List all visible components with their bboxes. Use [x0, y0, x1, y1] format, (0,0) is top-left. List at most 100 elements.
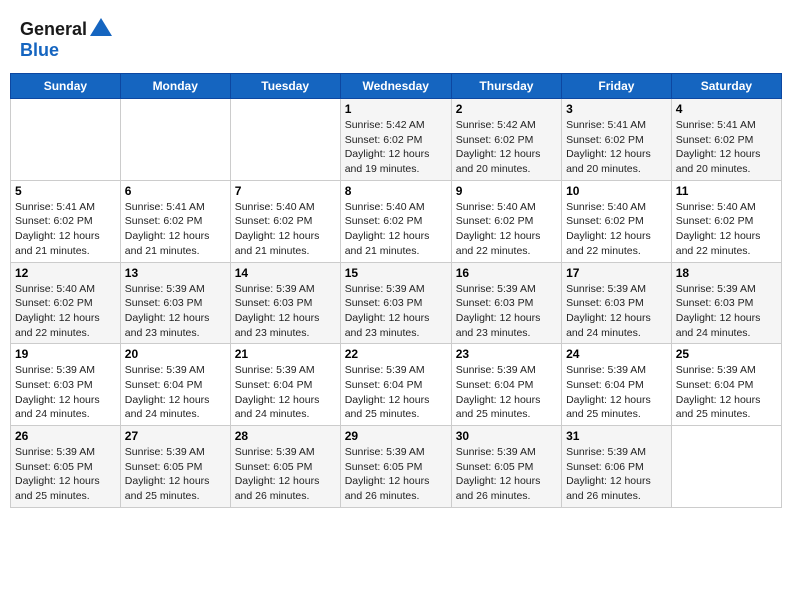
day-info: Sunrise: 5:39 AM Sunset: 6:04 PM Dayligh… [235, 363, 336, 422]
day-number: 16 [456, 266, 557, 280]
logo: General Blue [20, 18, 112, 61]
calendar-cell: 29 Sunrise: 5:39 AM Sunset: 6:05 PM Dayli… [340, 426, 451, 508]
calendar-cell: 17 Sunrise: 5:39 AM Sunset: 6:03 PM Dayli… [562, 262, 672, 344]
day-number: 19 [15, 347, 116, 361]
calendar-cell: 20 Sunrise: 5:39 AM Sunset: 6:04 PM Dayli… [120, 344, 230, 426]
day-info: Sunrise: 5:41 AM Sunset: 6:02 PM Dayligh… [125, 200, 226, 259]
day-number: 8 [345, 184, 447, 198]
day-number: 7 [235, 184, 336, 198]
calendar-week-1: 1 Sunrise: 5:42 AM Sunset: 6:02 PM Daylig… [11, 99, 782, 181]
day-number: 2 [456, 102, 557, 116]
day-info: Sunrise: 5:39 AM Sunset: 6:03 PM Dayligh… [676, 282, 777, 341]
day-info: Sunrise: 5:40 AM Sunset: 6:02 PM Dayligh… [15, 282, 116, 341]
weekday-header-wednesday: Wednesday [340, 74, 451, 99]
day-info: Sunrise: 5:39 AM Sunset: 6:03 PM Dayligh… [15, 363, 116, 422]
day-number: 1 [345, 102, 447, 116]
calendar-cell: 27 Sunrise: 5:39 AM Sunset: 6:05 PM Dayli… [120, 426, 230, 508]
day-info: Sunrise: 5:39 AM Sunset: 6:05 PM Dayligh… [15, 445, 116, 504]
calendar-week-2: 5 Sunrise: 5:41 AM Sunset: 6:02 PM Daylig… [11, 180, 782, 262]
day-number: 31 [566, 429, 667, 443]
day-info: Sunrise: 5:39 AM Sunset: 6:03 PM Dayligh… [235, 282, 336, 341]
calendar-cell: 7 Sunrise: 5:40 AM Sunset: 6:02 PM Daylig… [230, 180, 340, 262]
day-info: Sunrise: 5:39 AM Sunset: 6:03 PM Dayligh… [566, 282, 667, 341]
day-info: Sunrise: 5:39 AM Sunset: 6:06 PM Dayligh… [566, 445, 667, 504]
weekday-header-thursday: Thursday [451, 74, 561, 99]
page-header: General Blue [10, 10, 782, 65]
calendar-cell: 28 Sunrise: 5:39 AM Sunset: 6:05 PM Dayli… [230, 426, 340, 508]
day-info: Sunrise: 5:39 AM Sunset: 6:04 PM Dayligh… [456, 363, 557, 422]
logo-bird-icon [90, 18, 112, 36]
calendar-cell: 9 Sunrise: 5:40 AM Sunset: 6:02 PM Daylig… [451, 180, 561, 262]
calendar-cell: 3 Sunrise: 5:41 AM Sunset: 6:02 PM Daylig… [562, 99, 672, 181]
day-number: 25 [676, 347, 777, 361]
weekday-header-sunday: Sunday [11, 74, 121, 99]
day-number: 3 [566, 102, 667, 116]
day-info: Sunrise: 5:40 AM Sunset: 6:02 PM Dayligh… [345, 200, 447, 259]
weekday-header-monday: Monday [120, 74, 230, 99]
weekday-header-saturday: Saturday [671, 74, 781, 99]
day-info: Sunrise: 5:42 AM Sunset: 6:02 PM Dayligh… [456, 118, 557, 177]
calendar-cell: 23 Sunrise: 5:39 AM Sunset: 6:04 PM Dayli… [451, 344, 561, 426]
day-number: 6 [125, 184, 226, 198]
day-number: 26 [15, 429, 116, 443]
calendar-cell: 13Sunrise: 5:39 AM Sunset: 6:03 PM Dayli… [120, 262, 230, 344]
day-number: 12 [15, 266, 116, 280]
calendar-cell: 19 Sunrise: 5:39 AM Sunset: 6:03 PM Dayli… [11, 344, 121, 426]
calendar-cell: 12 Sunrise: 5:40 AM Sunset: 6:02 PM Dayli… [11, 262, 121, 344]
calendar-cell: 21 Sunrise: 5:39 AM Sunset: 6:04 PM Dayli… [230, 344, 340, 426]
day-number: 24 [566, 347, 667, 361]
day-info: Sunrise: 5:40 AM Sunset: 6:02 PM Dayligh… [566, 200, 667, 259]
calendar-cell: 15Sunrise: 5:39 AM Sunset: 6:03 PM Dayli… [340, 262, 451, 344]
day-info: Sunrise: 5:39 AM Sunset: 6:05 PM Dayligh… [235, 445, 336, 504]
day-number: 5 [15, 184, 116, 198]
calendar-cell: 11Sunrise: 5:40 AM Sunset: 6:02 PM Dayli… [671, 180, 781, 262]
calendar-cell: 30 Sunrise: 5:39 AM Sunset: 6:05 PM Dayli… [451, 426, 561, 508]
day-number: 4 [676, 102, 777, 116]
day-info: Sunrise: 5:40 AM Sunset: 6:02 PM Dayligh… [456, 200, 557, 259]
day-info: Sunrise: 5:40 AM Sunset: 6:02 PM Dayligh… [676, 200, 777, 259]
day-number: 30 [456, 429, 557, 443]
day-number: 14 [235, 266, 336, 280]
day-number: 10 [566, 184, 667, 198]
calendar-cell: 2 Sunrise: 5:42 AM Sunset: 6:02 PM Daylig… [451, 99, 561, 181]
calendar-table: SundayMondayTuesdayWednesdayThursdayFrid… [10, 73, 782, 508]
day-info: Sunrise: 5:41 AM Sunset: 6:02 PM Dayligh… [566, 118, 667, 177]
calendar-cell: 18 Sunrise: 5:39 AM Sunset: 6:03 PM Dayli… [671, 262, 781, 344]
day-info: Sunrise: 5:39 AM Sunset: 6:05 PM Dayligh… [125, 445, 226, 504]
day-number: 23 [456, 347, 557, 361]
day-info: Sunrise: 5:39 AM Sunset: 6:04 PM Dayligh… [566, 363, 667, 422]
day-number: 20 [125, 347, 226, 361]
calendar-cell: 26 Sunrise: 5:39 AM Sunset: 6:05 PM Dayli… [11, 426, 121, 508]
logo-text-general: General [20, 20, 87, 40]
calendar-cell: 24 Sunrise: 5:39 AM Sunset: 6:04 PM Dayli… [562, 344, 672, 426]
day-info: Sunrise: 5:39 AM Sunset: 6:05 PM Dayligh… [345, 445, 447, 504]
day-info: Sunrise: 5:39 AM Sunset: 6:04 PM Dayligh… [676, 363, 777, 422]
day-info: Sunrise: 5:41 AM Sunset: 6:02 PM Dayligh… [15, 200, 116, 259]
day-info: Sunrise: 5:39 AM Sunset: 6:03 PM Dayligh… [456, 282, 557, 341]
calendar-cell: 16 Sunrise: 5:39 AM Sunset: 6:03 PM Dayli… [451, 262, 561, 344]
day-info: Sunrise: 5:39 AM Sunset: 6:04 PM Dayligh… [345, 363, 447, 422]
calendar-week-4: 19 Sunrise: 5:39 AM Sunset: 6:03 PM Dayli… [11, 344, 782, 426]
day-number: 15 [345, 266, 447, 280]
day-number: 9 [456, 184, 557, 198]
calendar-cell: 6 Sunrise: 5:41 AM Sunset: 6:02 PM Daylig… [120, 180, 230, 262]
calendar-cell: 4Sunrise: 5:41 AM Sunset: 6:02 PM Daylig… [671, 99, 781, 181]
calendar-cell [671, 426, 781, 508]
day-number: 28 [235, 429, 336, 443]
day-number: 27 [125, 429, 226, 443]
day-number: 18 [676, 266, 777, 280]
day-info: Sunrise: 5:42 AM Sunset: 6:02 PM Dayligh… [345, 118, 447, 177]
weekday-header-tuesday: Tuesday [230, 74, 340, 99]
calendar-cell [120, 99, 230, 181]
logo-text-blue: Blue [20, 40, 59, 60]
calendar-subtitle [10, 65, 782, 73]
day-info: Sunrise: 5:39 AM Sunset: 6:04 PM Dayligh… [125, 363, 226, 422]
day-info: Sunrise: 5:40 AM Sunset: 6:02 PM Dayligh… [235, 200, 336, 259]
calendar-cell [230, 99, 340, 181]
calendar-week-3: 12 Sunrise: 5:40 AM Sunset: 6:02 PM Dayli… [11, 262, 782, 344]
day-info: Sunrise: 5:39 AM Sunset: 6:05 PM Dayligh… [456, 445, 557, 504]
day-number: 17 [566, 266, 667, 280]
day-number: 21 [235, 347, 336, 361]
calendar-cell: 14 Sunrise: 5:39 AM Sunset: 6:03 PM Dayli… [230, 262, 340, 344]
day-number: 29 [345, 429, 447, 443]
